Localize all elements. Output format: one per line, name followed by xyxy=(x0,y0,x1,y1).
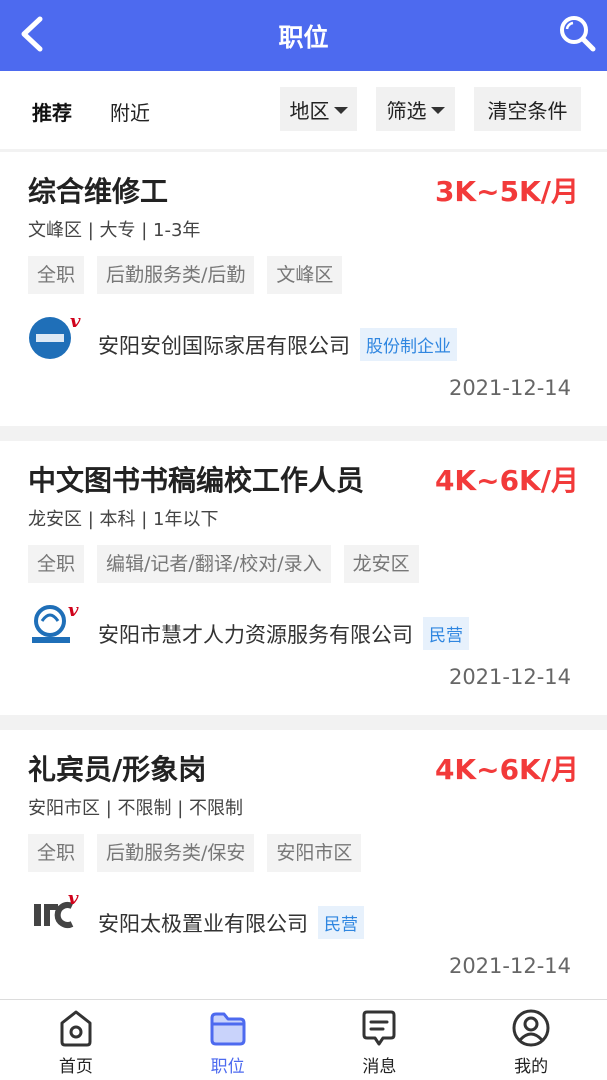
bottom-tab-bar: 首页 职位 消息 我的 xyxy=(0,999,607,1080)
job-salary: 4K~6K/月 xyxy=(434,464,579,497)
job-title: 礼宾员/形象岗 xyxy=(28,753,207,786)
job-title: 中文图书书稿编校工作人员 xyxy=(28,464,365,497)
company-logo: v xyxy=(28,888,82,938)
filter-bar: 推荐 附近 地区 筛选 清空条件 xyxy=(0,71,607,149)
company-info[interactable]: 安阳太极置业有限公司 民营 xyxy=(98,906,364,939)
company-name: 安阳安创国际家居有限公司 xyxy=(98,333,350,358)
job-tag: 后勤服务类/后勤 xyxy=(97,256,255,294)
svg-text:v: v xyxy=(68,890,79,909)
job-tag: 龙安区 xyxy=(343,545,419,583)
job-tag: 安阳市区 xyxy=(267,834,362,872)
folder-icon xyxy=(210,1012,246,1046)
back-button[interactable] xyxy=(18,14,52,54)
job-tag: 全职 xyxy=(28,256,85,294)
svg-text:v: v xyxy=(68,601,79,621)
job-salary: 3K~5K/月 xyxy=(434,175,579,208)
back-arrow-icon xyxy=(21,16,43,52)
tab-messages[interactable]: 消息 xyxy=(304,1000,456,1080)
job-tag: 全职 xyxy=(28,834,85,872)
tab-home[interactable]: 首页 xyxy=(0,1000,152,1080)
job-card[interactable]: 中文图书书稿编校工作人员 4K~6K/月 龙安区 | 本科 | 1年以下 全职 … xyxy=(0,441,607,715)
caret-down-icon xyxy=(430,107,445,114)
company-name: 安阳市慧才人力资源服务有限公司 xyxy=(98,622,413,647)
company-logo: v xyxy=(28,311,82,360)
job-date: 2021-12-14 xyxy=(448,665,571,689)
company-type-badge: 股份制企业 xyxy=(360,328,457,361)
caret-down-icon xyxy=(333,107,348,114)
job-date: 2021-12-14 xyxy=(448,376,571,400)
company-logo: v xyxy=(28,600,82,649)
job-tag: 后勤服务类/保安 xyxy=(97,834,255,872)
tab-recommend[interactable]: 推荐 xyxy=(32,97,72,126)
job-tags: 全职 编辑/记者/翻译/校对/录入 龙安区 xyxy=(28,545,419,583)
job-card[interactable]: 礼宾员/形象岗 4K~6K/月 安阳市区 | 不限制 | 不限制 全职 后勤服务… xyxy=(0,730,607,1004)
user-icon xyxy=(512,1009,550,1047)
tab-nearby[interactable]: 附近 xyxy=(110,97,150,126)
tab-profile[interactable]: 我的 xyxy=(455,1000,607,1080)
clear-filters-button[interactable]: 清空条件 xyxy=(474,87,581,131)
svg-text:v: v xyxy=(70,312,81,332)
company-info[interactable]: 安阳安创国际家居有限公司 股份制企业 xyxy=(98,328,457,361)
tab-label: 首页 xyxy=(58,1057,93,1077)
job-meta: 安阳市区 | 不限制 | 不限制 xyxy=(28,798,244,819)
message-icon xyxy=(362,1010,396,1046)
job-tag: 全职 xyxy=(28,545,85,583)
app-header: 职位 xyxy=(0,0,607,71)
page-title: 职位 xyxy=(278,22,329,52)
job-title: 综合维修工 xyxy=(28,175,169,208)
job-salary: 4K~6K/月 xyxy=(434,753,579,786)
job-card[interactable]: 综合维修工 3K~5K/月 文峰区 | 大专 | 1-3年 全职 后勤服务类/后… xyxy=(0,152,607,426)
tab-label: 消息 xyxy=(362,1057,397,1077)
company-info[interactable]: 安阳市慧才人力资源服务有限公司 民营 xyxy=(98,617,469,650)
job-meta: 龙安区 | 本科 | 1年以下 xyxy=(28,509,219,530)
company-type-badge: 民营 xyxy=(318,906,364,939)
region-dropdown[interactable]: 地区 xyxy=(280,87,357,131)
job-tag: 文峰区 xyxy=(267,256,343,294)
tab-jobs[interactable]: 职位 xyxy=(152,1000,304,1080)
tab-label: 职位 xyxy=(210,1057,245,1077)
job-date: 2021-12-14 xyxy=(448,954,571,978)
region-label: 地区 xyxy=(289,98,330,123)
job-tags: 全职 后勤服务类/后勤 文峰区 xyxy=(28,256,343,294)
tab-label: 我的 xyxy=(514,1057,549,1077)
company-name: 安阳太极置业有限公司 xyxy=(98,911,308,936)
job-tag: 编辑/记者/翻译/校对/录入 xyxy=(97,545,331,583)
company-type-badge: 民营 xyxy=(423,617,469,650)
filter-label: 筛选 xyxy=(386,98,427,123)
search-button[interactable] xyxy=(555,11,599,55)
job-tags: 全职 后勤服务类/保安 安阳市区 xyxy=(28,834,362,872)
search-icon xyxy=(560,16,596,52)
home-icon xyxy=(60,1010,92,1047)
job-meta: 文峰区 | 大专 | 1-3年 xyxy=(28,220,201,241)
filter-dropdown[interactable]: 筛选 xyxy=(376,87,455,131)
